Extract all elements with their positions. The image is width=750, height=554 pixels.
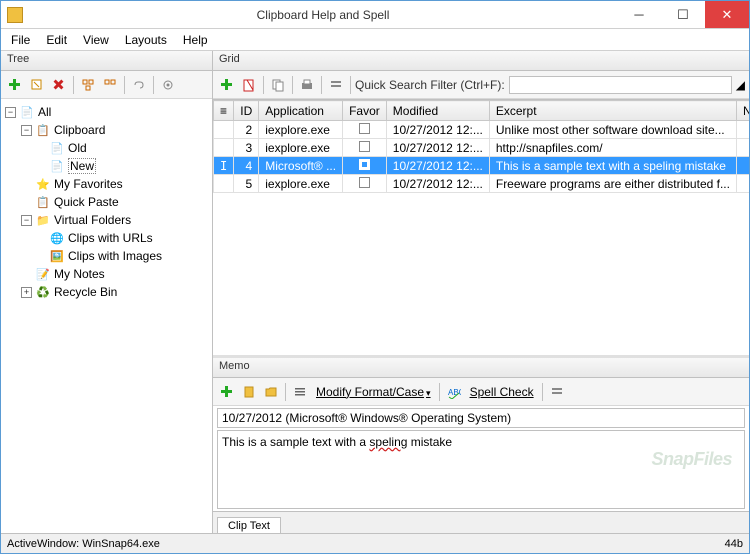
tree-node-notes[interactable]: 📝My Notes xyxy=(3,265,210,283)
grid-toolbar: Quick Search Filter (Ctrl+F): ◢ xyxy=(213,71,749,99)
close-button[interactable]: ✕ xyxy=(705,1,749,28)
globe-icon: 🌐 xyxy=(49,230,65,246)
grid[interactable]: ≡ ID Application Favor Modified Excerpt … xyxy=(213,99,749,355)
modify-format-button[interactable]: Modify Format/Case▾ xyxy=(312,385,435,399)
col-excerpt[interactable]: Excerpt xyxy=(489,101,736,121)
status-right: 44b xyxy=(725,538,743,550)
memo-panel-title: Memo xyxy=(213,358,749,378)
spelling-error[interactable]: speling xyxy=(369,435,407,449)
quick-search-input[interactable] xyxy=(509,76,732,94)
memo-add-button[interactable] xyxy=(217,382,237,402)
table-row[interactable]: 3iexplore.exe10/27/2012 12:...http://sna… xyxy=(214,139,750,157)
tree-expand-button[interactable] xyxy=(78,75,98,95)
page-icon: 📄 xyxy=(49,140,65,156)
tree-delete-button[interactable] xyxy=(49,75,69,95)
tree-panel-title: Tree xyxy=(1,51,212,71)
tab-cliptext[interactable]: Clip Text xyxy=(217,517,281,534)
window-title: Clipboard Help and Spell xyxy=(29,8,617,22)
col-notes[interactable]: Notes xyxy=(736,101,749,121)
tree-node-old[interactable]: 📄Old xyxy=(3,139,210,157)
page-icon: 📄 xyxy=(19,104,35,120)
tree-node-vimages[interactable]: 🖼️Clips with Images xyxy=(3,247,210,265)
spell-icon: ABC xyxy=(444,382,464,402)
memo-open-button[interactable] xyxy=(261,382,281,402)
clipboard-icon: 📋 xyxy=(35,122,51,138)
grid-panel-title: Grid xyxy=(213,51,749,71)
paste-icon: 📋 xyxy=(35,194,51,210)
menu-layouts[interactable]: Layouts xyxy=(117,31,175,49)
tree-toolbar xyxy=(1,71,212,99)
watermark: SnapFiles xyxy=(651,449,732,470)
page-icon: 📄 xyxy=(49,158,65,174)
svg-text:ABC: ABC xyxy=(448,388,461,397)
menu-edit[interactable]: Edit xyxy=(38,31,75,49)
tree-link-button[interactable] xyxy=(129,75,149,95)
status-left: ActiveWindow: WinSnap64.exe xyxy=(7,538,160,550)
menu-help[interactable]: Help xyxy=(175,31,216,49)
tree-node-quickpaste[interactable]: 📋Quick Paste xyxy=(3,193,210,211)
tree-node-recycle[interactable]: +♻️Recycle Bin xyxy=(3,283,210,301)
memo-title[interactable]: 10/27/2012 (Microsoft® Windows® Operatin… xyxy=(217,408,745,428)
tree-node-favorites[interactable]: ⭐My Favorites xyxy=(3,175,210,193)
col-favor[interactable]: Favor xyxy=(343,101,387,121)
tree-node-vurls[interactable]: 🌐Clips with URLs xyxy=(3,229,210,247)
recycle-icon: ♻️ xyxy=(35,284,51,300)
app-icon xyxy=(7,7,23,23)
table-row[interactable]: 2iexplore.exe10/27/2012 12:...Unlike mos… xyxy=(214,121,750,139)
grid-copy-button[interactable] xyxy=(268,75,288,95)
memo-list-button[interactable] xyxy=(290,382,310,402)
memo-options-button[interactable] xyxy=(547,382,567,402)
memo-toolbar: Modify Format/Case▾ ABC Spell Check xyxy=(213,378,749,406)
tree-collapse-button[interactable] xyxy=(100,75,120,95)
grid-options-button[interactable] xyxy=(326,75,346,95)
col-handle[interactable]: ≡ xyxy=(214,101,234,121)
clear-search-button[interactable]: ◢ xyxy=(736,78,745,92)
menubar: File Edit View Layouts Help xyxy=(1,29,749,51)
grid-add-button[interactable] xyxy=(217,75,237,95)
tree-node-all[interactable]: −📄All xyxy=(3,103,210,121)
tree-node-clipboard[interactable]: −📋Clipboard xyxy=(3,121,210,139)
note-icon: 📝 xyxy=(35,266,51,282)
grid-print-button[interactable] xyxy=(297,75,317,95)
table-row[interactable]: 5iexplore.exe10/27/2012 12:...Freeware p… xyxy=(214,175,750,193)
maximize-button[interactable]: ☐ xyxy=(661,1,705,28)
grid-delete-button[interactable] xyxy=(239,75,259,95)
minimize-button[interactable]: ─ xyxy=(617,1,661,28)
folder-icon: 📁 xyxy=(35,212,51,228)
table-row[interactable]: I4Microsoft® ...10/27/2012 12:...This is… xyxy=(214,157,750,175)
col-application[interactable]: Application xyxy=(259,101,343,121)
tree[interactable]: −📄All −📋Clipboard 📄Old 📄New ⭐My Favorite… xyxy=(1,99,212,533)
tree-settings-button[interactable] xyxy=(158,75,178,95)
image-icon: 🖼️ xyxy=(49,248,65,264)
star-icon: ⭐ xyxy=(35,176,51,192)
tree-node-new[interactable]: 📄New xyxy=(3,157,210,175)
tree-add-button[interactable] xyxy=(5,75,25,95)
menu-view[interactable]: View xyxy=(75,31,117,49)
menu-file[interactable]: File xyxy=(3,31,38,49)
memo-body[interactable]: This is a sample text with a speling mis… xyxy=(217,430,745,509)
spell-check-button[interactable]: Spell Check xyxy=(466,385,538,399)
tree-node-vfolders[interactable]: −📁Virtual Folders xyxy=(3,211,210,229)
quick-search-label: Quick Search Filter (Ctrl+F): xyxy=(355,78,505,92)
memo-paste-button[interactable] xyxy=(239,382,259,402)
tree-edit-button[interactable] xyxy=(27,75,47,95)
col-id[interactable]: ID xyxy=(234,101,259,121)
col-modified[interactable]: Modified xyxy=(386,101,489,121)
